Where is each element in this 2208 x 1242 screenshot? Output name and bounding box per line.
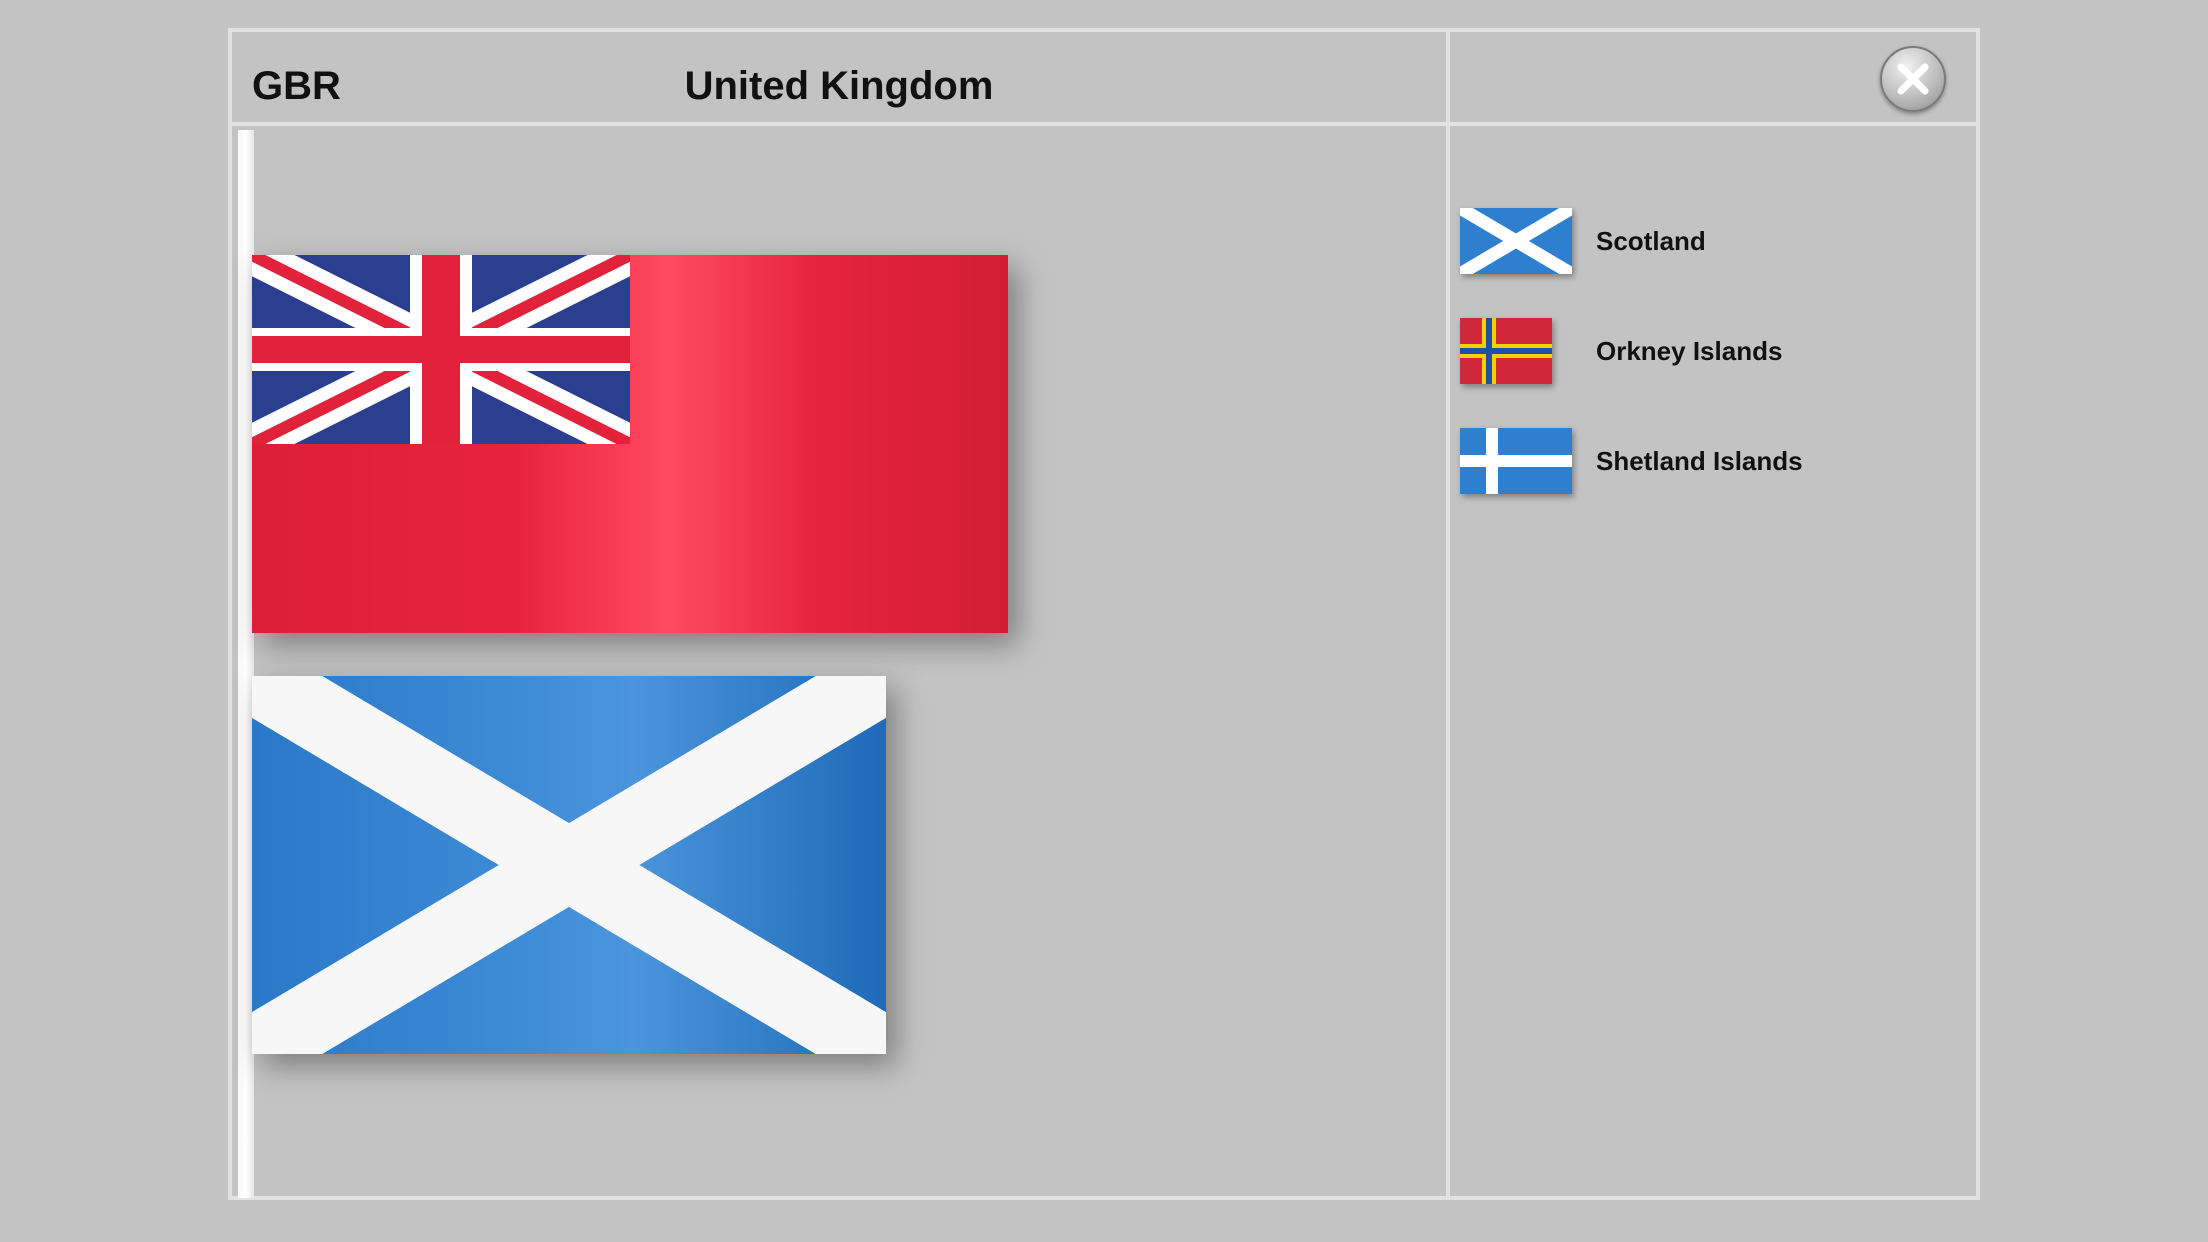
list-item-orkney[interactable]: Orkney Islands	[1460, 318, 1960, 398]
scotland-label: Scotland	[1596, 226, 1706, 256]
close-button[interactable]	[1880, 46, 1946, 112]
orkney-flag-icon	[1460, 318, 1552, 384]
list-item-scotland[interactable]: Scotland	[1460, 208, 1960, 288]
red-ensign-flag	[252, 255, 1008, 633]
shetland-label: Shetland Islands	[1596, 446, 1803, 476]
saltire-flag	[252, 676, 886, 1054]
shetland-flag-icon	[1460, 428, 1572, 494]
country-title: United Kingdom	[684, 64, 994, 108]
close-icon	[1897, 63, 1929, 95]
orkney-label: Orkney Islands	[1596, 336, 1783, 366]
flag-detail-panel: GBR United Kingdom Scotland Orkney Islan…	[228, 28, 1980, 1200]
list-item-shetland[interactable]: Shetland Islands	[1460, 428, 1960, 508]
header-divider	[232, 122, 1976, 126]
column-divider	[1446, 32, 1450, 1196]
scotland-flag-icon	[1460, 208, 1572, 274]
